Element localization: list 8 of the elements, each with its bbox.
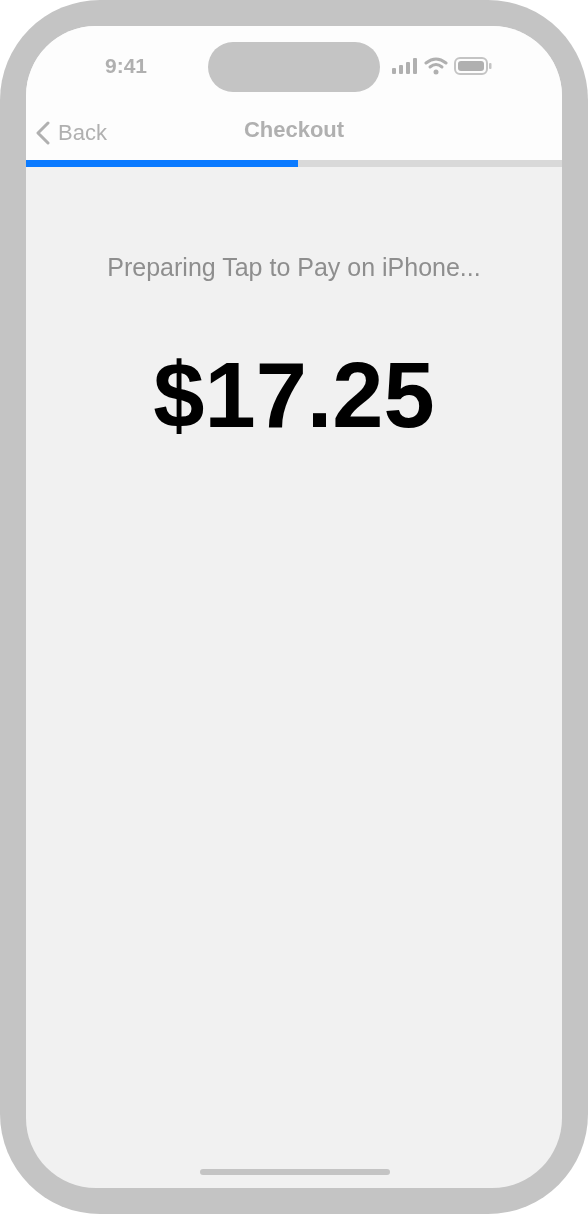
signal-icon (392, 58, 418, 74)
nav-title: Checkout (243, 115, 345, 144)
status-time: 9:41 (104, 53, 148, 80)
chevron-left-icon (36, 120, 50, 145)
amount-text: $17.25 (153, 348, 435, 441)
status-message: Preparing Tap to Pay on iPhone... (107, 252, 481, 283)
wifi-icon (424, 57, 448, 75)
battery-icon (454, 57, 492, 75)
